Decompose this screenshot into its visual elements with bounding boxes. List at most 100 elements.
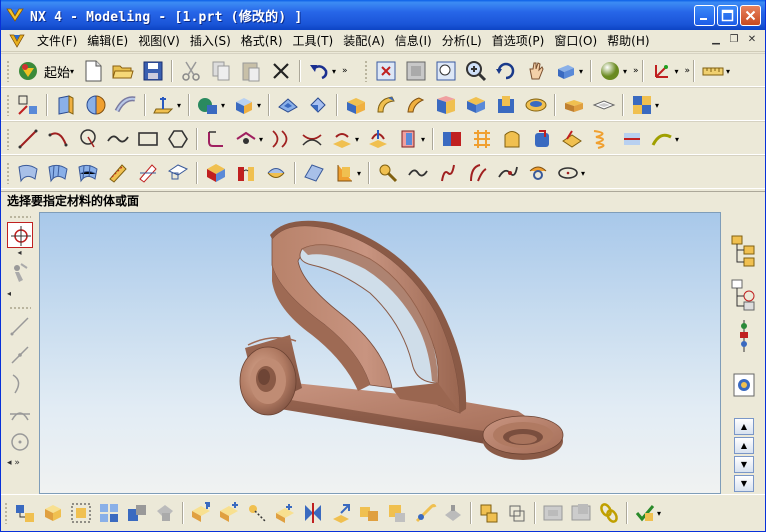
- mate-icon[interactable]: [217, 501, 241, 525]
- pan-icon[interactable]: [524, 59, 548, 83]
- new-component-icon[interactable]: [69, 501, 93, 525]
- more-tools-icon[interactable]: ◂ »: [1, 458, 38, 468]
- styled-sweep-icon[interactable]: [264, 161, 288, 185]
- fillet-icon[interactable]: [204, 127, 228, 151]
- project-icon[interactable]: [330, 127, 354, 151]
- sphere-shading-icon[interactable]: [598, 59, 622, 83]
- mesh-icon[interactable]: [76, 161, 100, 185]
- menu-edit[interactable]: 编辑(E): [82, 31, 133, 51]
- ruled-surface-icon[interactable]: [16, 161, 40, 185]
- hole-icon[interactable]: [344, 93, 368, 117]
- check-constraint-icon[interactable]: [633, 501, 657, 525]
- part-navigator-tab[interactable]: [729, 274, 759, 314]
- isoparametric-icon[interactable]: [470, 127, 494, 151]
- snap-point-icon[interactable]: [6, 222, 33, 248]
- cylinder-icon[interactable]: [232, 93, 256, 117]
- match-edge-icon[interactable]: [526, 161, 550, 185]
- constraint-navigator-tab[interactable]: [729, 316, 759, 356]
- resource-bar-scroll[interactable]: ▲ ▲ ▼ ▼: [734, 418, 754, 494]
- deformable-icon[interactable]: [505, 501, 529, 525]
- extension-icon[interactable]: [332, 161, 356, 185]
- suppress-component-icon[interactable]: [153, 501, 177, 525]
- zoom-window-icon[interactable]: [404, 59, 428, 83]
- cut-assembly-icon[interactable]: [441, 501, 465, 525]
- archive-icon[interactable]: [569, 501, 593, 525]
- pad-icon[interactable]: [434, 93, 458, 117]
- rotate-icon[interactable]: [494, 59, 518, 83]
- add-component-icon[interactable]: [41, 501, 65, 525]
- minimize-button[interactable]: [694, 5, 715, 26]
- trim-icon[interactable]: [234, 127, 258, 151]
- menu-help[interactable]: 帮助(H): [602, 31, 654, 51]
- menu-preferences[interactable]: 首选项(P): [487, 31, 550, 51]
- sphere-icon[interactable]: [306, 93, 330, 117]
- intersect-icon[interactable]: [366, 127, 390, 151]
- menu-analysis[interactable]: 分析(L): [437, 31, 487, 51]
- change-stiffness-icon[interactable]: [466, 161, 490, 185]
- circle-center-icon[interactable]: [7, 429, 33, 455]
- roles-tab[interactable]: [729, 366, 759, 406]
- select-filter-icon[interactable]: [7, 260, 33, 286]
- link-icon[interactable]: [597, 501, 621, 525]
- x-form-icon[interactable]: [406, 161, 430, 185]
- cut-icon[interactable]: [179, 59, 203, 83]
- law-curve-icon[interactable]: [650, 127, 674, 151]
- change-degree-icon[interactable]: [436, 161, 460, 185]
- nx-menu-icon[interactable]: [9, 33, 25, 49]
- menu-tools[interactable]: 工具(T): [288, 31, 339, 51]
- insert-component-icon[interactable]: [273, 501, 297, 525]
- component-array-icon[interactable]: [97, 501, 121, 525]
- helix-icon[interactable]: [590, 127, 614, 151]
- doc-restore-icon[interactable]: ❐: [727, 33, 741, 47]
- slot-icon[interactable]: [464, 93, 488, 117]
- through-curves-icon[interactable]: [46, 161, 70, 185]
- rocker-arm-model[interactable]: [40, 213, 721, 494]
- maximize-button[interactable]: [717, 5, 738, 26]
- pocket-icon[interactable]: [404, 93, 428, 117]
- open-folder-icon[interactable]: [111, 59, 135, 83]
- transition-icon[interactable]: [234, 161, 258, 185]
- edit-surface-icon[interactable]: [376, 161, 400, 185]
- tangent-icon[interactable]: [7, 400, 33, 426]
- ellipse-icon[interactable]: [556, 161, 580, 185]
- block-icon[interactable]: [196, 93, 220, 117]
- offset-icon[interactable]: [270, 127, 294, 151]
- menu-file[interactable]: 文件(F): [32, 31, 82, 51]
- emboss-icon[interactable]: [524, 93, 548, 117]
- outline-icon[interactable]: [560, 127, 584, 151]
- graphics-window[interactable]: [39, 212, 721, 494]
- silhouette-icon[interactable]: [500, 127, 524, 151]
- reposition-icon[interactable]: [189, 501, 213, 525]
- delete-icon[interactable]: [269, 59, 293, 83]
- start-icon[interactable]: [16, 59, 40, 83]
- toolbar-overflow-icon[interactable]: »: [342, 66, 347, 76]
- scroll-top-icon[interactable]: ▲: [734, 418, 754, 435]
- measure-icon[interactable]: [701, 59, 725, 83]
- cone-icon[interactable]: [276, 93, 300, 117]
- boss-icon[interactable]: [374, 93, 398, 117]
- product-interface-icon[interactable]: [385, 501, 409, 525]
- explode-icon[interactable]: [301, 501, 325, 525]
- interference-icon[interactable]: [413, 501, 437, 525]
- section-curve-icon[interactable]: [440, 127, 464, 151]
- section-icon[interactable]: [136, 161, 160, 185]
- polygon-icon[interactable]: [166, 127, 190, 151]
- line-icon[interactable]: [16, 127, 40, 151]
- line-point-icon[interactable]: [7, 342, 33, 368]
- zoom-region-icon[interactable]: [434, 59, 458, 83]
- change-edge-icon[interactable]: [496, 161, 520, 185]
- assembly-navigator-icon[interactable]: [13, 501, 37, 525]
- extrude-icon[interactable]: [54, 93, 78, 117]
- circle-icon[interactable]: [76, 127, 100, 151]
- start-dropdown-icon[interactable]: ▾: [70, 67, 77, 76]
- offset-surface-icon[interactable]: [302, 161, 326, 185]
- close-button[interactable]: [740, 5, 761, 26]
- doc-close-icon[interactable]: ✕: [745, 33, 759, 47]
- paste-icon[interactable]: [239, 59, 263, 83]
- sequence-icon[interactable]: [329, 501, 353, 525]
- n-sided-icon[interactable]: [204, 161, 228, 185]
- text-curve-icon[interactable]: [620, 127, 644, 151]
- start-menu-button[interactable]: 起始: [44, 62, 70, 81]
- new-file-icon[interactable]: [81, 59, 105, 83]
- datum-icon[interactable]: [152, 93, 176, 117]
